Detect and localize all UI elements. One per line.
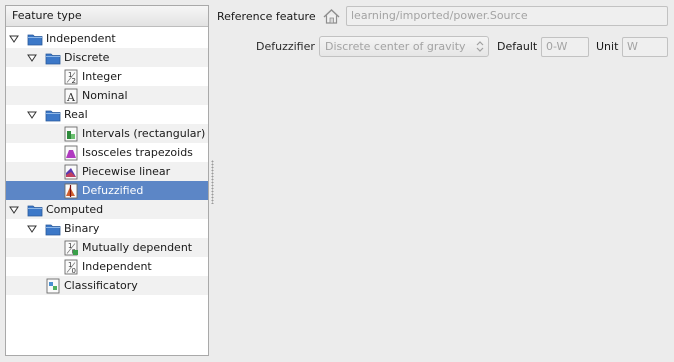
tree-item-isosceles-trapezoids[interactable]: Isosceles trapezoids bbox=[6, 143, 208, 162]
tree-item-label: Integer bbox=[82, 70, 122, 83]
tree-item-label: Intervals (rectangular) bbox=[82, 127, 206, 140]
expand-toggle-icon[interactable] bbox=[9, 205, 19, 215]
tree-item-label: Isosceles trapezoids bbox=[82, 146, 193, 159]
tree-item-label: Defuzzified bbox=[82, 184, 144, 197]
defuzzifier-value: Discrete center of gravity bbox=[325, 40, 466, 53]
home-icon bbox=[323, 9, 340, 24]
tree-item-integer[interactable]: 1 2 Integer bbox=[6, 67, 208, 86]
tree-item-label: Classificatory bbox=[64, 279, 138, 292]
integer-icon: 12 bbox=[63, 69, 79, 85]
tree-item-label: Discrete bbox=[64, 51, 110, 64]
tree-item-label: Nominal bbox=[82, 89, 128, 102]
defuzzifier-select[interactable]: Discrete center of gravity bbox=[319, 36, 489, 57]
tree-item-computed[interactable]: Computed bbox=[6, 200, 208, 219]
svg-text:2: 2 bbox=[72, 77, 76, 85]
split-pane-handle[interactable] bbox=[211, 160, 214, 204]
tree-item-mutually-dependent[interactable]: 10Mutually dependent bbox=[6, 238, 208, 257]
tree-item-label: Independent bbox=[46, 32, 116, 45]
tree-item-defuzzified[interactable]: Defuzzified bbox=[6, 181, 208, 200]
tree-item-classificatory[interactable]: Classificatory bbox=[6, 276, 208, 295]
updown-arrows-icon bbox=[476, 41, 484, 52]
unit-label: Unit bbox=[596, 40, 619, 53]
tree-item-label: Computed bbox=[46, 203, 104, 216]
reference-home-button[interactable] bbox=[321, 6, 342, 27]
tree-item-discrete[interactable]: Discrete bbox=[6, 48, 208, 67]
tree-item-label: Mutually dependent bbox=[82, 241, 193, 254]
folder-icon bbox=[45, 221, 61, 237]
tree-item-binary[interactable]: Binary bbox=[6, 219, 208, 238]
default-field[interactable]: 0-W bbox=[541, 37, 589, 57]
folder-icon bbox=[45, 107, 61, 123]
tree-item-intervals-rectangular[interactable]: Intervals (rectangular) bbox=[6, 124, 208, 143]
tree-item-label: Independent bbox=[82, 260, 152, 273]
tree-item-label: Binary bbox=[64, 222, 100, 235]
mutually-dependent-icon: 10 bbox=[63, 240, 79, 256]
reference-feature-field[interactable]: learning/imported/power.Source bbox=[346, 6, 668, 26]
expand-toggle-icon[interactable] bbox=[9, 34, 19, 44]
tree-item-independent[interactable]: Independent bbox=[6, 29, 208, 48]
folder-icon bbox=[45, 50, 61, 66]
folder-icon bbox=[27, 31, 43, 47]
folder-icon bbox=[27, 202, 43, 218]
expand-toggle-icon[interactable] bbox=[27, 110, 37, 120]
feature-type-tree[interactable]: Feature type Independent Discrete 1 2 Intege… bbox=[5, 5, 209, 356]
nominal-icon: A bbox=[63, 88, 79, 104]
defuzzifier-label: Defuzzifier bbox=[256, 40, 315, 53]
expand-toggle-icon[interactable] bbox=[27, 53, 37, 63]
tree-item-real[interactable]: Real bbox=[6, 105, 208, 124]
defuzzified-icon bbox=[63, 183, 79, 199]
tree-item-label: Real bbox=[64, 108, 88, 121]
classificatory-icon bbox=[45, 278, 61, 294]
tree-column-header[interactable]: Feature type bbox=[6, 6, 208, 27]
expand-toggle-icon[interactable] bbox=[27, 224, 37, 234]
reference-feature-label: Reference feature bbox=[217, 10, 316, 23]
tree-item-label: Piecewise linear bbox=[82, 165, 171, 178]
binary-independent-icon: 10 bbox=[63, 259, 79, 275]
tree-item-nominal[interactable]: A Nominal bbox=[6, 86, 208, 105]
tree-item-piecewise-linear[interactable]: Piecewise linear bbox=[6, 162, 208, 181]
tree-item-independent[interactable]: 1 0 Independent bbox=[6, 257, 208, 276]
rectangular-intervals-icon bbox=[63, 126, 79, 142]
svg-text:0: 0 bbox=[72, 267, 76, 275]
trapezoid-icon bbox=[63, 145, 79, 161]
svg-text:A: A bbox=[66, 91, 76, 104]
unit-field[interactable]: W bbox=[622, 37, 668, 57]
piecewise-linear-icon bbox=[63, 164, 79, 180]
default-label: Default bbox=[497, 40, 538, 53]
